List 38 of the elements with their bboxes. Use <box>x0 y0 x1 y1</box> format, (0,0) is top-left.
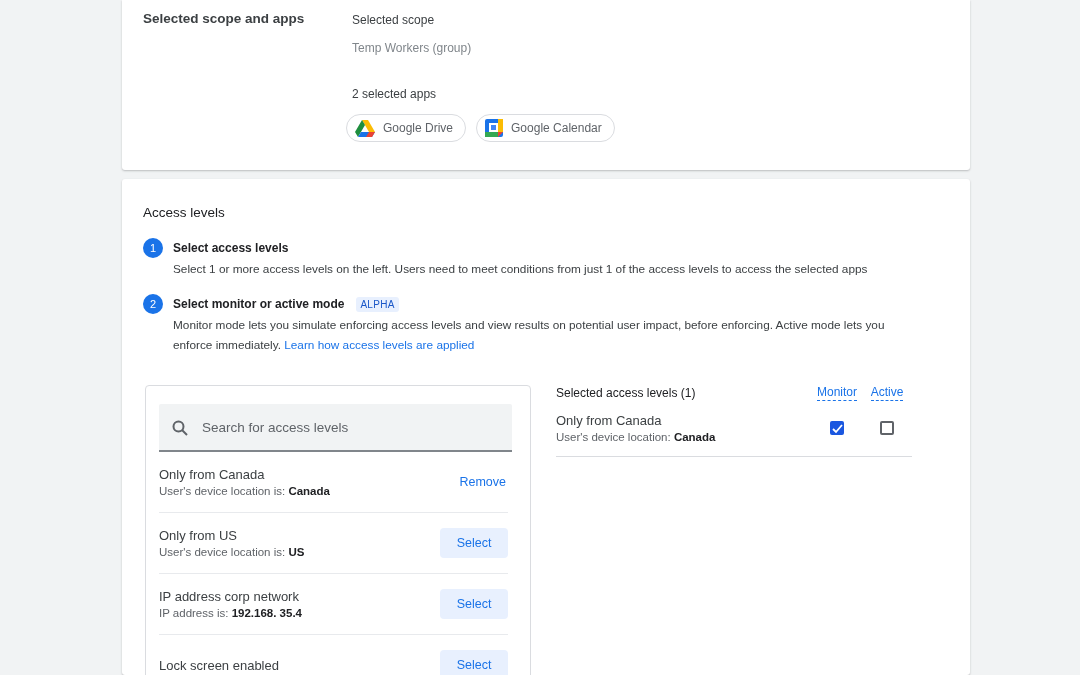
column-header[interactable]: Active <box>870 385 904 401</box>
step-title: Select monitor or active mode <box>173 297 345 311</box>
checkbox[interactable] <box>880 421 894 435</box>
access-level-name: Only from US <box>159 528 238 543</box>
panel-title: Selected access levels (1) <box>556 386 697 400</box>
access-level-name: Only from Canada <box>556 413 663 428</box>
select-button[interactable]: Select <box>440 589 508 619</box>
access-level-name: IP address corp network <box>159 589 300 604</box>
access-level-condition: User's device location is: Canada <box>159 485 330 497</box>
access-level-name: Only from Canada <box>159 467 266 482</box>
triangle-logo-icon <box>355 119 375 137</box>
checkbox[interactable] <box>830 421 844 435</box>
section-title: Selected scope and apps <box>143 10 306 28</box>
scope-value: Temp Workers (group) <box>352 41 473 55</box>
check-icon <box>831 422 843 434</box>
select-button[interactable]: Select <box>440 528 508 558</box>
step-description: Monitor mode lets you simulate enforcing access levels and view results on potential user impact, before enforcing. Active mode lets you enforce immediately. Learn how access levels are applied <box>173 317 886 354</box>
access-level-condition: User's device location: Canada <box>556 431 717 443</box>
help-link[interactable]: Learn how access levels are applied <box>284 338 475 352</box>
alpha-badge: ALPHA <box>356 296 399 312</box>
step-description: Select 1 or more access levels on the left. Users need to meet conditions from just 1 of the access levels to access the selected apps <box>173 261 868 278</box>
step-number: 2 <box>143 294 163 314</box>
field-label: 2 selected apps <box>352 87 438 101</box>
app-chip: Google Drive <box>346 114 467 142</box>
access-level-condition: IP address is: 192.168. 35.4 <box>159 607 302 619</box>
calendar-logo-icon <box>485 119 504 137</box>
section-title: Access levels <box>143 205 226 220</box>
search-icon <box>172 420 188 436</box>
field-label: Selected scope <box>352 13 436 27</box>
column-header[interactable]: Monitor <box>817 385 857 401</box>
search-field[interactable]: Search for access levels <box>159 404 512 452</box>
step-title: Select access levels <box>173 241 289 255</box>
access-level-name: Lock screen enabled <box>159 657 279 673</box>
access-level-condition: User's device location is: US <box>159 546 305 558</box>
remove-button[interactable]: Remove <box>457 471 508 493</box>
step-number: 1 <box>143 238 163 258</box>
app-chip: Google Calendar <box>476 114 615 142</box>
select-button[interactable]: Select <box>440 650 508 675</box>
